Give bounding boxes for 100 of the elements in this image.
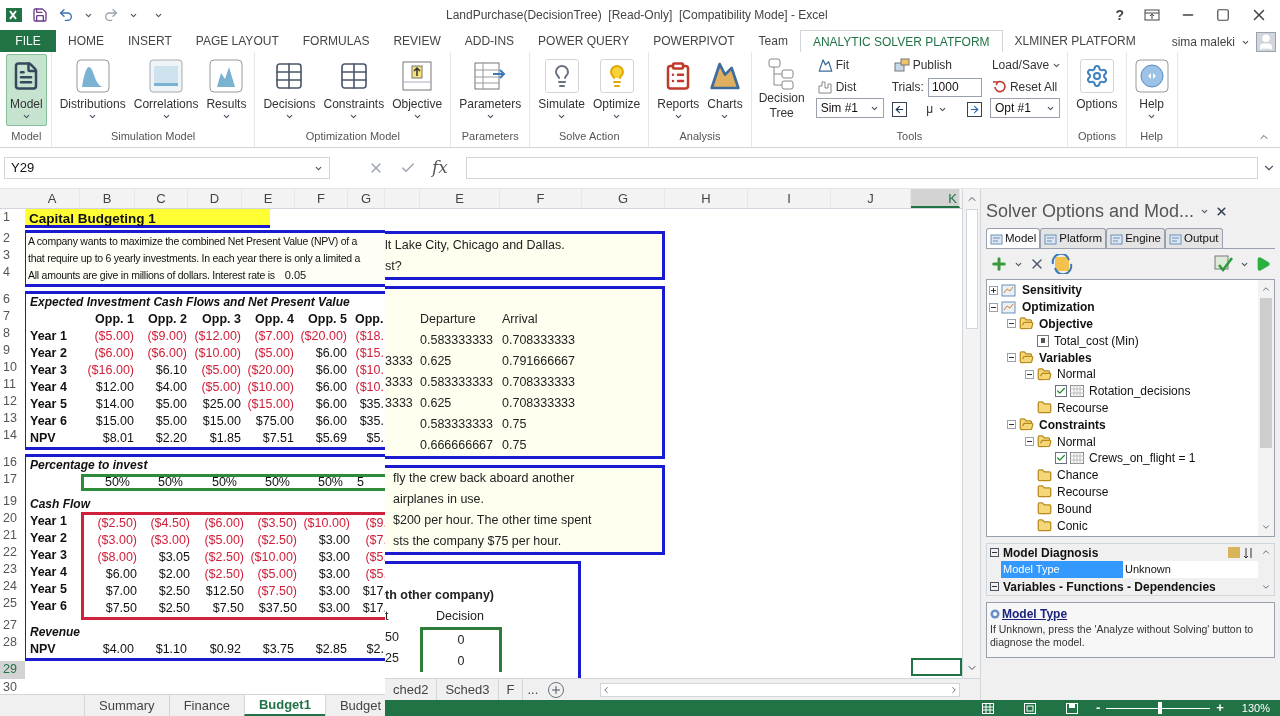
opt-select[interactable]: Opt #1 bbox=[989, 98, 1060, 118]
help-link[interactable]: Model Type bbox=[1002, 605, 1068, 623]
save-icon[interactable] bbox=[32, 7, 48, 23]
zoom-slider[interactable] bbox=[1106, 702, 1211, 714]
row-number[interactable]: 10 bbox=[0, 358, 25, 376]
load-save-button[interactable]: Load/Save bbox=[989, 54, 1064, 76]
ribbon-button[interactable]: Parameters bbox=[455, 54, 526, 126]
tree-item[interactable]: Normal bbox=[1057, 432, 1096, 451]
tree-item[interactable]: Total_cost (Min) bbox=[1054, 331, 1139, 350]
scrollbar-thumb[interactable] bbox=[1260, 298, 1272, 448]
user-name[interactable]: sima maleki bbox=[1171, 33, 1235, 51]
maximize-icon[interactable] bbox=[1216, 8, 1230, 22]
ribbon-button[interactable]: Correlations bbox=[129, 54, 203, 126]
row-number[interactable]: 16 bbox=[0, 454, 25, 471]
page-layout-icon[interactable] bbox=[1023, 702, 1036, 714]
dist-button[interactable]: Dist bbox=[815, 76, 884, 98]
scroll-up-icon[interactable] bbox=[1261, 547, 1271, 557]
pane-tab[interactable]: Engine bbox=[1106, 228, 1165, 248]
column-header[interactable]: E bbox=[420, 189, 500, 208]
redo-icon[interactable] bbox=[103, 7, 119, 23]
more-tabs-button[interactable]: ... bbox=[523, 679, 543, 700]
ribbon-button[interactable]: Results bbox=[202, 54, 251, 126]
ribbon-button[interactable]: Constraints bbox=[319, 54, 389, 126]
collapse-icon[interactable] bbox=[989, 302, 998, 312]
fit-button[interactable]: Fit bbox=[815, 54, 884, 76]
trials-field[interactable]: 1000 bbox=[927, 77, 982, 97]
ribbon-button[interactable]: Charts bbox=[703, 54, 747, 126]
name-box[interactable]: Y29 bbox=[4, 157, 330, 179]
row-number[interactable]: 9 bbox=[0, 341, 25, 359]
row-number[interactable]: 19 bbox=[0, 493, 25, 510]
pane-tab[interactable]: Output bbox=[1164, 228, 1223, 248]
collapse-icon[interactable] bbox=[1025, 437, 1034, 447]
column-header[interactable]: K bbox=[911, 189, 960, 208]
refresh-icon[interactable] bbox=[1051, 254, 1073, 274]
help-button[interactable]: ? bbox=[1115, 4, 1124, 26]
collapse-icon[interactable] bbox=[1007, 420, 1016, 430]
row-number[interactable]: 12 bbox=[0, 392, 25, 410]
tree-item[interactable]: Optimization bbox=[1022, 298, 1095, 317]
arrow-right-icon[interactable] bbox=[966, 101, 982, 117]
tree-item[interactable]: Crews_on_flight = 1 bbox=[1089, 449, 1196, 468]
column-header[interactable]: C bbox=[135, 189, 188, 208]
page-break-icon[interactable] bbox=[1065, 702, 1078, 714]
normal-view-icon[interactable] bbox=[981, 702, 994, 714]
tree-item[interactable]: Conic bbox=[1057, 516, 1088, 535]
column-header[interactable]: F bbox=[500, 189, 582, 208]
row-number[interactable]: 29 bbox=[0, 661, 25, 679]
collapse-icon[interactable] bbox=[990, 548, 999, 557]
ribbon-button[interactable]: Simulate bbox=[534, 54, 589, 126]
column-header[interactable]: G bbox=[582, 189, 665, 208]
row-number[interactable]: 17 bbox=[0, 471, 25, 488]
row-number[interactable]: 3 bbox=[0, 247, 25, 264]
row-number[interactable]: 21 bbox=[0, 527, 25, 544]
ribbon-tab[interactable]: INSERT bbox=[116, 30, 184, 52]
reset-all-button[interactable]: Reset All bbox=[989, 76, 1064, 98]
horizontal-scrollbar[interactable] bbox=[600, 682, 961, 697]
arrow-left-icon[interactable] bbox=[891, 101, 907, 117]
row-number[interactable]: 4 bbox=[0, 264, 25, 281]
scroll-up-icon[interactable] bbox=[1261, 284, 1271, 294]
ribbon-tab[interactable]: REVIEW bbox=[381, 30, 453, 52]
row-number[interactable]: 24 bbox=[0, 578, 25, 595]
row-number[interactable]: 1 bbox=[0, 209, 25, 228]
ribbon-button[interactable]: Reports bbox=[653, 54, 704, 126]
sheet-tab[interactable]: Finance bbox=[168, 695, 244, 716]
row-number[interactable]: 25 bbox=[0, 595, 25, 612]
column-header[interactable]: I bbox=[748, 189, 831, 208]
tree-item[interactable]: Recourse bbox=[1057, 482, 1109, 501]
column-header[interactable]: A bbox=[25, 189, 80, 208]
analyze-icon[interactable] bbox=[1214, 255, 1234, 273]
zoom-out-button[interactable]: - bbox=[1095, 700, 1101, 716]
undo-icon[interactable] bbox=[58, 7, 74, 23]
column-header[interactable]: D bbox=[188, 189, 242, 208]
tree-item[interactable]: Objective bbox=[1039, 315, 1094, 333]
row-number[interactable]: 6 bbox=[0, 290, 25, 308]
insert-function-button[interactable]: fx bbox=[432, 155, 448, 181]
ribbon-button[interactable]: Model bbox=[6, 54, 47, 126]
column-header[interactable]: F bbox=[295, 189, 348, 208]
collapse-icon[interactable] bbox=[1025, 369, 1034, 379]
tree-item[interactable]: Bound bbox=[1057, 499, 1092, 518]
tree-item[interactable]: Chance bbox=[1057, 466, 1099, 485]
publish-button[interactable]: Publish bbox=[891, 54, 982, 76]
ribbon-tab[interactable]: FILE bbox=[0, 30, 56, 52]
tree-item[interactable]: Normal bbox=[1057, 365, 1096, 384]
zoom-level[interactable]: 130% bbox=[1241, 699, 1270, 716]
zoom-thumb[interactable] bbox=[1158, 702, 1163, 714]
ribbon-tab[interactable]: POWER QUERY bbox=[526, 30, 642, 52]
ribbon-button[interactable]: Decisions bbox=[259, 54, 320, 126]
expand-icon[interactable] bbox=[989, 285, 998, 295]
column-header[interactable]: H bbox=[665, 189, 748, 208]
pane-tab[interactable]: Model bbox=[986, 228, 1041, 248]
ribbon-tab[interactable]: POWERPIVOT bbox=[641, 30, 747, 52]
column-header[interactable]: B bbox=[80, 189, 135, 208]
ribbon-tab[interactable]: PAGE LAYOUT bbox=[183, 30, 291, 52]
row-number[interactable]: 11 bbox=[0, 375, 25, 393]
ribbon-button[interactable]: Decision Tree bbox=[755, 54, 808, 128]
checkbox[interactable] bbox=[1055, 385, 1067, 398]
row-number[interactable]: 20 bbox=[0, 510, 25, 527]
ribbon-button[interactable]: Optimize bbox=[588, 54, 645, 126]
row-number[interactable]: 2 bbox=[0, 230, 25, 247]
scrollbar-thumb[interactable] bbox=[965, 209, 978, 329]
row-number[interactable]: 7 bbox=[0, 307, 25, 325]
